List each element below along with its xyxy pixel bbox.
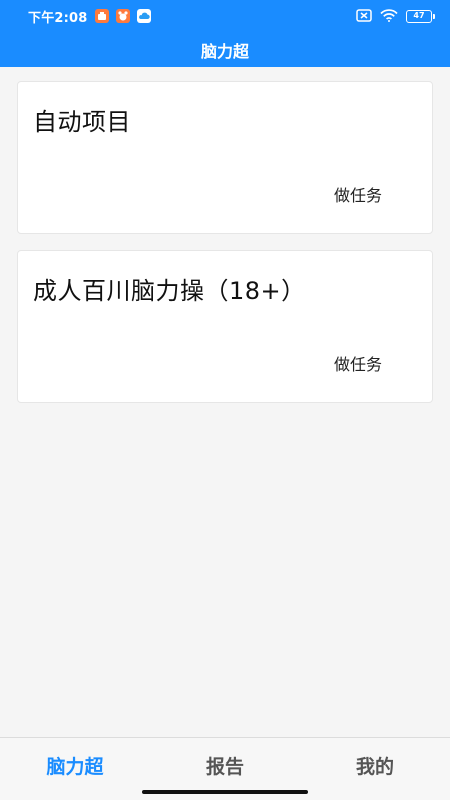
app-notification-icon	[115, 9, 130, 23]
top-bar: 下午2:08 47 脑力超	[0, 0, 450, 67]
task-card[interactable]: 成人百川脑力操（18+） 做任务	[17, 250, 433, 403]
status-right: 47	[356, 7, 435, 26]
nav-tab-report[interactable]: 报告	[170, 752, 280, 779]
status-bar: 下午2:08 47	[0, 0, 450, 32]
task-title: 自动项目	[33, 108, 131, 136]
task-card[interactable]: 自动项目 做任务	[17, 81, 433, 234]
battery-icon: 47	[406, 9, 435, 23]
nav-tab-profile[interactable]: 我的	[320, 752, 430, 779]
cloud-icon	[136, 9, 151, 23]
sim-disabled-icon	[356, 7, 372, 26]
app-notification-icon	[94, 9, 109, 23]
page-title: 脑力超	[200, 41, 249, 61]
status-left: 下午2:08	[28, 7, 151, 26]
app-screen: 下午2:08 47 脑力超 自动项目 做任务 成人百川脑力操（18+） 做任务 …	[0, 0, 450, 800]
task-title: 成人百川脑力操（18+）	[33, 277, 306, 305]
do-task-button[interactable]: 做任务	[334, 182, 382, 206]
status-time: 下午2:08	[28, 10, 88, 26]
do-task-button[interactable]: 做任务	[334, 351, 382, 375]
battery-level: 47	[413, 11, 425, 20]
wifi-icon	[380, 7, 398, 26]
nav-tab-home[interactable]: 脑力超	[20, 752, 130, 779]
home-indicator[interactable]	[142, 790, 308, 794]
